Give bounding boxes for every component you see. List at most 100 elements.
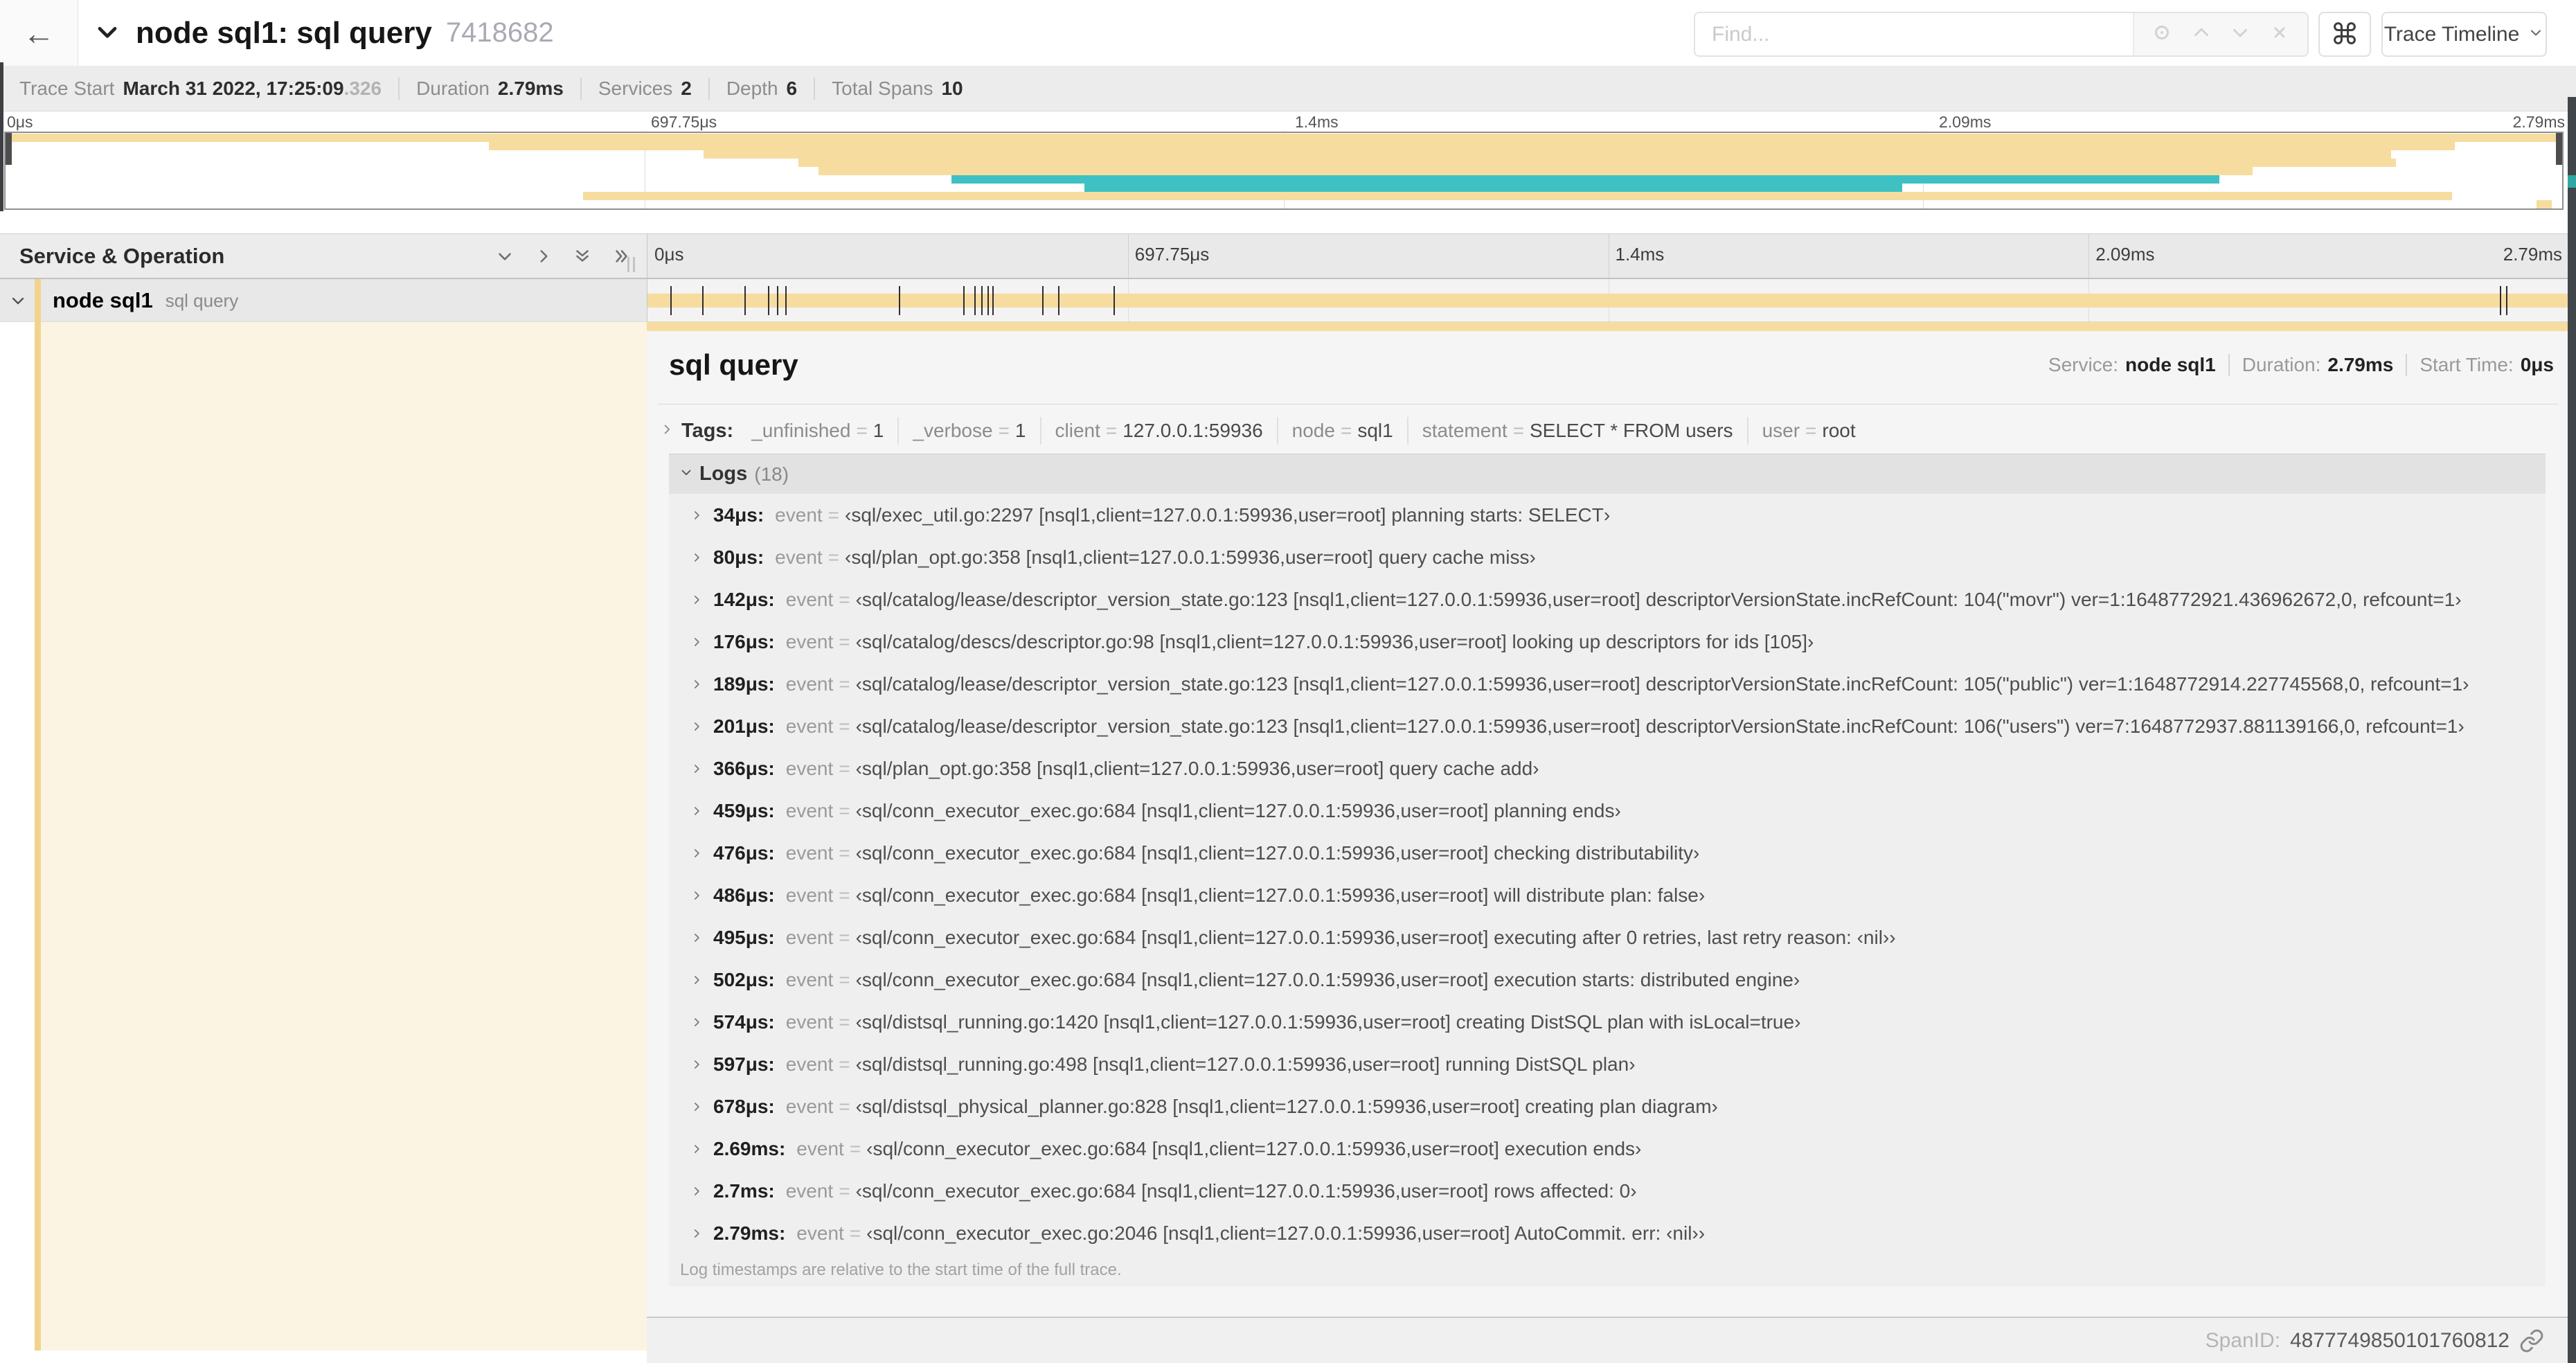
trace-id: 7418682 [445,17,554,48]
column-resize-grip[interactable] [627,257,635,272]
log-timestamp: 189μs: [713,672,775,695]
collapse-controls [494,234,632,278]
log-equals: = [839,799,850,821]
keyboard-shortcuts-button[interactable]: ⌘ [2318,12,2371,57]
tag-value: root [1822,420,1856,441]
span-duration-bar[interactable] [647,294,2569,308]
logs-list: 34μs: event = ‹sql/exec_util.go:2297 [nsql1… [669,494,2546,1254]
log-timestamp: 366μs: [713,757,775,779]
tag-pill: user = root [1746,417,1870,445]
span-row-timeline-cell[interactable] [647,279,2569,322]
log-tick [963,286,965,315]
background-window-accent [2568,175,2576,188]
log-row[interactable]: 678μs: event = ‹sql/distsql_physical_planne… [669,1085,2546,1128]
log-row[interactable]: 2.79ms: event = ‹sql/conn_executor_exec.go:… [669,1212,2546,1254]
log-field-value: ‹sql/catalog/descs/descriptor.go:98 [nsq… [855,630,1814,652]
trace-meta-item: Depth 6 [708,78,814,100]
locate-icon[interactable] [2150,21,2174,48]
find-input[interactable] [1695,13,2133,55]
span-collapse-chevron-icon[interactable] [8,291,28,314]
collapse-one-icon[interactable] [494,246,515,267]
log-row[interactable]: 574μs: event = ‹sql/distsql_running.go:1420… [669,1001,2546,1043]
meta-value-fraction: .326 [343,78,382,99]
trace-meta-item: Duration 2.79ms [398,78,580,100]
log-row[interactable]: 459μs: event = ‹sql/conn_executor_exec.go:6… [669,790,2546,832]
clear-find-icon[interactable] [2268,21,2291,48]
span-row-name-cell[interactable]: node sql1 sql query [0,279,647,322]
next-result-icon[interactable] [2228,21,2252,48]
log-timestamp: 486μs: [713,884,775,906]
collapse-all-icon[interactable] [572,246,593,267]
log-equals: = [828,504,840,526]
trace-collapse-chevron-icon[interactable] [92,17,123,51]
service-color-stripe [35,322,41,1351]
log-row[interactable]: 476μs: event = ‹sql/conn_executor_exec.go:6… [669,832,2546,874]
chevron-right-icon [690,635,704,649]
log-row[interactable]: 142μs: event = ‹sql/catalog/lease/descripto… [669,578,2546,621]
log-field-value: ‹sql/distsql_running.go:498 [nsql1,clien… [855,1053,1636,1075]
log-field-key: event [785,672,834,695]
log-tick [785,286,787,315]
log-row[interactable]: 80μs: event = ‹sql/plan_opt.go:358 [nsql1,c… [669,536,2546,578]
log-row[interactable]: 201μs: event = ‹sql/catalog/lease/descripto… [669,705,2546,747]
log-row[interactable]: 502μs: event = ‹sql/conn_executor_exec.go:6… [669,959,2546,1001]
log-row[interactable]: 597μs: event = ‹sql/distsql_running.go:498 … [669,1043,2546,1085]
log-row[interactable]: 34μs: event = ‹sql/exec_util.go:2297 [nsql1… [669,494,2546,536]
chevron-right-icon [690,593,704,607]
detail-meta-label: Service: [2048,354,2119,375]
span-service-name: node sql1 [53,288,153,312]
log-field-value: ‹sql/conn_executor_exec.go:684 [nsql1,cl… [855,884,1706,906]
tag-value: SELECT * FROM users [1530,420,1733,441]
top-bar: ← node sql1: sql query 7418682 ⌘ Trace T… [0,0,2576,66]
minimap-right-drag-handle[interactable] [2556,133,2562,165]
trace-view-selector-label: Trace Timeline [2383,22,2520,46]
log-tick [2506,286,2508,315]
chevron-right-icon [690,551,704,564]
log-timestamp: 2.79ms: [713,1222,786,1244]
logs-header[interactable]: Logs (18) [669,454,2546,494]
tag-key: _verbose [913,420,993,441]
chevron-right-icon [690,1227,704,1240]
detail-meta-item: Duration: 2.79ms [2228,354,2406,376]
log-field-value: ‹sql/catalog/lease/descriptor_version_st… [855,715,2465,737]
log-equals: = [839,968,850,990]
service-operation-header-cell: Service & Operation [0,233,647,279]
log-tick [974,286,976,315]
minimap-canvas[interactable] [4,132,2564,210]
deep-link-icon[interactable] [2519,1328,2544,1353]
tags-row[interactable]: Tags: _unfinished = 1 _verbose = 1 client = 127.… [659,413,1870,448]
back-button[interactable]: ← [0,0,78,66]
log-row[interactable]: 366μs: event = ‹sql/plan_opt.go:358 [nsql1,… [669,747,2546,790]
tag-equals: = [1340,420,1352,441]
log-row[interactable]: 2.69ms: event = ‹sql/conn_executor_exec.go:… [669,1128,2546,1170]
chevron-right-icon [690,1015,704,1029]
log-field-value: ‹sql/exec_util.go:2297 [nsql1,client=127… [845,504,1611,526]
span-row[interactable]: node sql1 sql query [0,279,2576,322]
log-equals: = [839,757,850,779]
chevron-right-icon [690,804,704,818]
chevron-right-icon [690,1058,704,1071]
trace-view-selector[interactable]: Trace Timeline [2381,12,2547,57]
minimap-span-bar [488,142,2455,150]
minimap-left-drag-handle[interactable] [6,133,12,165]
log-equals: = [839,672,850,695]
detail-span-bar [647,322,2569,331]
trace-meta-bar: Trace Start March 31 2022, 17:25:09.326 Du… [0,66,2576,112]
tag-pill: client = 127.0.0.1:59936 [1039,417,1277,445]
prev-result-icon[interactable] [2190,21,2213,48]
log-row[interactable]: 176μs: event = ‹sql/catalog/descs/descripto… [669,621,2546,663]
meta-value: 2.79ms [497,78,564,99]
log-timestamp: 597μs: [713,1053,775,1075]
background-window-sliver [0,62,3,211]
log-row[interactable]: 486μs: event = ‹sql/conn_executor_exec.go:6… [669,874,2546,916]
log-row[interactable]: 2.7ms: event = ‹sql/conn_executor_exec.go:6… [669,1170,2546,1212]
command-icon: ⌘ [2330,18,2359,51]
expand-one-icon[interactable] [533,246,554,267]
log-row[interactable]: 189μs: event = ‹sql/catalog/lease/descripto… [669,663,2546,705]
log-timestamp: 2.7ms: [713,1179,775,1202]
log-timestamp: 574μs: [713,1010,775,1033]
log-field-key: event [785,588,834,610]
minimap-span-bar [798,159,2397,167]
log-row[interactable]: 495μs: event = ‹sql/conn_executor_exec.go:6… [669,916,2546,959]
chevron-right-icon [690,1100,704,1114]
